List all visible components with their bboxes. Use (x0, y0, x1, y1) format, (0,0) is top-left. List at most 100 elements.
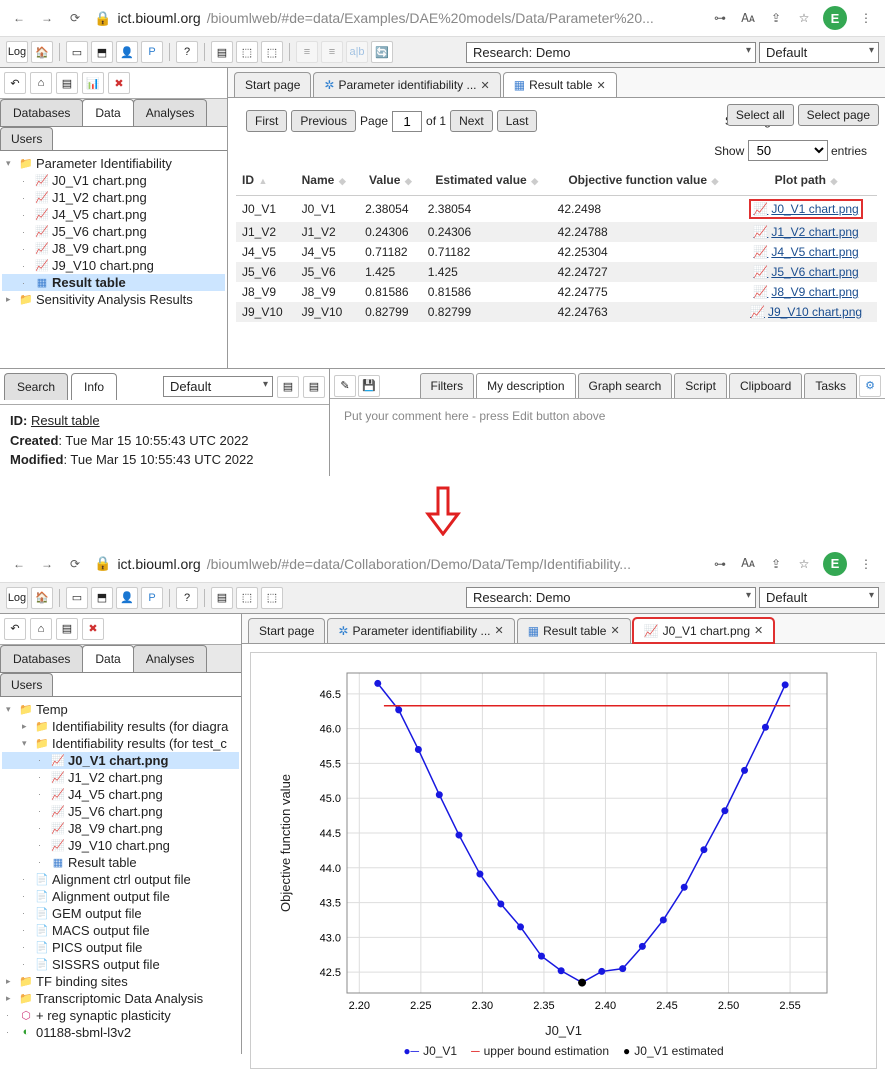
tree-label[interactable]: J9_V10 chart.png (68, 838, 170, 853)
home-button[interactable]: 🏠 (31, 587, 53, 609)
previous-button[interactable]: Previous (291, 110, 356, 132)
plot-link[interactable]: 📈J5_V6 chart.png (753, 265, 858, 279)
select-all-button[interactable]: Select all (727, 104, 794, 126)
tool-a-button[interactable]: ▤ (211, 587, 233, 609)
first-button[interactable]: First (246, 110, 287, 132)
tree-item[interactable]: ·📈J8_V9 chart.png (2, 820, 239, 837)
tool-f-button[interactable]: a|b (346, 41, 368, 63)
tool-a-button[interactable]: ▤ (211, 41, 233, 63)
column-header[interactable]: ID ▲ (236, 165, 296, 196)
tree-item[interactable]: ▸📁TF binding sites (2, 973, 239, 990)
tree-item[interactable]: ▸📁Sensitivity Analysis Results (2, 291, 225, 308)
tree-label[interactable]: GEM output file (52, 906, 142, 921)
tree-item[interactable]: ·⬡+ reg synaptic plasticity (2, 1007, 239, 1024)
tree-toggle-icon[interactable]: · (38, 755, 48, 765)
layout2-button[interactable]: ⬒ (91, 587, 113, 609)
tree-item[interactable]: ·📄SISSRS output file (2, 956, 239, 973)
tree-item[interactable]: ·📈J1_V2 chart.png (2, 769, 239, 786)
share-icon[interactable]: ⇪ (767, 9, 785, 27)
tree-item[interactable]: ·📈J1_V2 chart.png (2, 189, 225, 206)
tree-item[interactable]: ·📈J4_V5 chart.png (2, 206, 225, 223)
tree-toggle-icon[interactable]: · (22, 908, 32, 918)
avatar[interactable]: E (823, 552, 847, 576)
tree-toggle-icon[interactable]: · (38, 772, 48, 782)
nav-tab-data[interactable]: Data (82, 645, 133, 672)
tree-item[interactable]: ·📈J0_V1 chart.png (2, 752, 239, 769)
tree-label[interactable]: J0_V1 chart.png (68, 753, 168, 768)
tree-label[interactable]: J5_V6 chart.png (68, 804, 163, 819)
tree-toggle-icon[interactable]: · (38, 806, 48, 816)
sort-icon[interactable]: ◆ (529, 176, 538, 186)
tree-label[interactable]: Alignment output file (52, 889, 170, 904)
tree-toggle-icon[interactable]: · (22, 210, 32, 220)
tree-label[interactable]: J4_V5 chart.png (52, 207, 147, 222)
info-tool1-button[interactable]: ▤ (277, 376, 299, 398)
tree-label[interactable]: PICS output file (52, 940, 142, 955)
table-row[interactable]: J8_V9J8_V90.815860.8158642.24775📈J8_V9 c… (236, 282, 877, 302)
tree-up-button[interactable]: ⌂ (30, 72, 52, 94)
tree-label[interactable]: J9_V10 chart.png (52, 258, 154, 273)
research-dropdown[interactable]: Research: Demo (466, 587, 756, 608)
content-tab[interactable]: ▦Result table✕ (503, 72, 617, 97)
tree-up-button[interactable]: ⌂ (30, 618, 52, 640)
avatar[interactable]: E (823, 6, 847, 30)
url-bar[interactable]: 🔒 ict.biouml.org/bioumlweb/#de=data/Coll… (94, 555, 701, 572)
desc-tab-tasks[interactable]: Tasks (804, 373, 857, 398)
info-default-dropdown[interactable]: Default (163, 376, 273, 397)
tree-tool1-button[interactable]: ▤ (56, 72, 78, 94)
plot-link[interactable]: 📈J1_V2 chart.png (753, 225, 858, 239)
share-icon[interactable]: ⇪ (767, 555, 785, 573)
tree-toggle-icon[interactable]: · (22, 942, 32, 952)
plot-link[interactable]: 📈J9_V10 chart.png (750, 305, 862, 319)
users-tab[interactable]: Users (0, 127, 53, 150)
nav-tab-analyses[interactable]: Analyses (133, 99, 208, 126)
tree-toggle-icon[interactable]: ▾ (22, 738, 32, 749)
tree-label[interactable]: J1_V2 chart.png (52, 190, 147, 205)
tool-g-button[interactable]: 🔄 (371, 41, 393, 63)
close-icon[interactable]: ✕ (754, 624, 763, 637)
desc-tab-graph-search[interactable]: Graph search (578, 373, 673, 398)
translate-icon[interactable]: 🗛 (739, 9, 757, 27)
content-tab[interactable]: ✲Parameter identifiability ...✕ (313, 72, 500, 97)
tool-c-button[interactable]: ⬚ (261, 587, 283, 609)
tree-toggle-icon[interactable]: · (38, 823, 48, 833)
tree-item[interactable]: ·📈J0_V1 chart.png (2, 172, 225, 189)
tree-item[interactable]: ·📈J8_V9 chart.png (2, 240, 225, 257)
tree-toggle-icon[interactable]: · (22, 227, 32, 237)
close-icon[interactable]: ✕ (495, 624, 504, 637)
tree-label[interactable]: Alignment ctrl output file (52, 872, 191, 887)
info-tab[interactable]: Info (71, 373, 117, 400)
users-tab[interactable]: Users (0, 673, 53, 696)
content-tab[interactable]: Start page (234, 72, 311, 97)
nav-tab-databases[interactable]: Databases (0, 645, 83, 672)
user-button[interactable]: 👤 (116, 41, 138, 63)
tree-toggle-icon[interactable]: ▸ (22, 721, 32, 732)
tree-label[interactable]: J1_V2 chart.png (68, 770, 163, 785)
tree-label[interactable]: + reg synaptic plasticity (36, 1008, 171, 1023)
menu-icon[interactable]: ⋮ (857, 9, 875, 27)
tree-item[interactable]: ·📄PICS output file (2, 939, 239, 956)
tree-toggle-icon[interactable]: · (38, 857, 48, 867)
tree-item[interactable]: ·📄GEM output file (2, 905, 239, 922)
layout2-button[interactable]: ⬒ (91, 41, 113, 63)
forward-icon[interactable]: → (38, 9, 56, 27)
sort-icon[interactable]: ◆ (402, 176, 411, 186)
sort-icon[interactable]: ▲ (256, 176, 267, 186)
tree-toggle-icon[interactable]: ▾ (6, 158, 16, 169)
tree-toggle-icon[interactable]: · (38, 840, 48, 850)
tree-toggle-icon[interactable]: · (22, 959, 32, 969)
tree-item[interactable]: ·📄Alignment output file (2, 888, 239, 905)
select-page-button[interactable]: Select page (798, 104, 879, 126)
tree-label[interactable]: 01188-sbml-l3v2 (36, 1025, 131, 1040)
tree-item[interactable]: ·📈J5_V6 chart.png (2, 803, 239, 820)
tree-back-button[interactable]: ↶ (4, 72, 26, 94)
tree-tool1-button[interactable]: ▤ (56, 618, 78, 640)
save-button[interactable]: 💾 (358, 375, 380, 397)
tree-back-button[interactable]: ↶ (4, 618, 26, 640)
tool-b-button[interactable]: ⬚ (236, 587, 258, 609)
last-button[interactable]: Last (497, 110, 538, 132)
tree-delete-button[interactable]: ✖ (108, 72, 130, 94)
tree-label[interactable]: Identifiability results (for test_c (52, 736, 227, 751)
tree-toggle-icon[interactable]: · (6, 1027, 16, 1037)
tree-toggle-icon[interactable]: · (6, 1010, 16, 1020)
